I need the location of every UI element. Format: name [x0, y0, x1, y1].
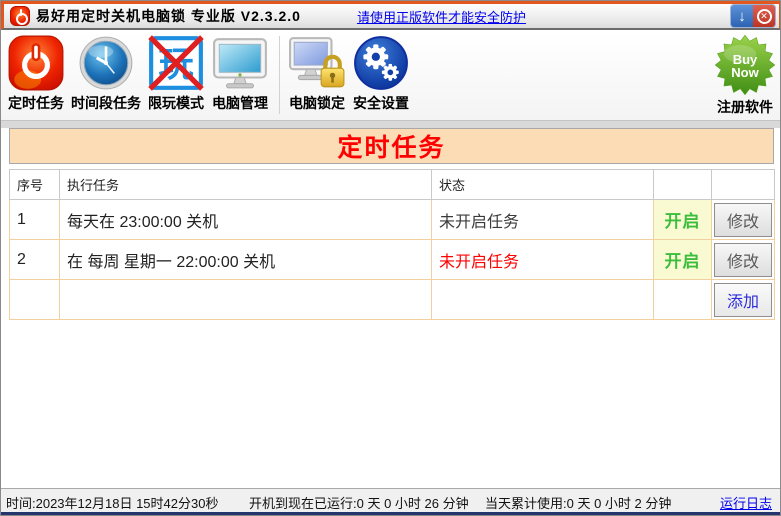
section-header-band: 定时任务 [9, 128, 774, 164]
toolbar-label: 时间段任务 [71, 95, 141, 111]
cell-no [9, 279, 60, 320]
toolbar-label: 电脑锁定 [289, 95, 345, 111]
task-table: 序号 执行任务 状态 1 每天在 23:00:00 关机 未开启任务 开启 修改… [9, 169, 775, 320]
toolbar-label: 安全设置 [353, 95, 409, 111]
no-play-icon: 玩 [148, 35, 204, 91]
enable-button[interactable]: 开启 [665, 212, 701, 231]
cell-status [431, 279, 654, 320]
toolbar-item-pc-lock[interactable]: 电脑锁定 [288, 34, 346, 113]
toolbar: 定时任务 时间段任务 玩 [1, 32, 780, 120]
window-title: 易好用定时关机电脑锁 专业版 V2.3.2.0 [36, 8, 301, 24]
badge-text-bottom: Now [731, 65, 759, 80]
register-label: 注册软件 [717, 99, 773, 115]
page-title: 定时任务 [337, 134, 446, 162]
app-power-icon [10, 6, 30, 26]
minimize-button[interactable]: ↓ [731, 5, 753, 27]
status-time: 时间:2023年12月18日 15时42分30秒 [6, 496, 219, 511]
cell-task: 每天在 23:00:00 关机 [59, 199, 432, 240]
status-text: 未开启任务 [439, 253, 520, 271]
toolbar-label: 定时任务 [8, 95, 64, 111]
modify-button[interactable]: 修改 [714, 242, 772, 277]
monitor-icon [213, 38, 267, 89]
cell-enable: 开启 [653, 199, 712, 240]
table-row-empty: 添加 [9, 279, 775, 320]
status-uptime: 开机到现在已运行:0 天 0 小时 26 分钟 [249, 496, 469, 511]
col-header-task: 执行任务 [59, 169, 432, 200]
window-controls: ↓ ✕ [731, 5, 775, 27]
genuine-software-link[interactable]: 请使用正版软件才能安全防护 [357, 7, 526, 26]
col-header-status: 状态 [431, 169, 654, 200]
cell-action: 修改 [711, 199, 775, 240]
toolbar-item-period-task[interactable]: 时间段任务 [71, 34, 141, 113]
status-usage: 当天累计使用:0 天 0 小时 2 分钟 [485, 496, 672, 511]
enable-button[interactable]: 开启 [665, 252, 701, 271]
buy-now-badge-icon: Buy Now [714, 34, 776, 96]
locked-computer-icon [289, 37, 345, 88]
toolbar-label: 电脑管理 [212, 95, 268, 111]
cell-task [59, 279, 432, 320]
toolbar-separator [279, 36, 280, 114]
toolbar-item-timer-task[interactable]: 定时任务 [7, 34, 65, 113]
col-header-action [711, 169, 775, 200]
toolbar-label: 限玩模式 [148, 95, 204, 111]
run-log-link[interactable]: 运行日志 [720, 493, 772, 512]
modify-button[interactable]: 修改 [714, 202, 772, 237]
toolbar-item-security-settings[interactable]: 安全设置 [352, 34, 410, 113]
cell-status: 未开启任务 [431, 199, 654, 240]
close-button[interactable]: ✕ [753, 5, 775, 27]
table-row: 1 每天在 23:00:00 关机 未开启任务 开启 修改 [9, 199, 775, 240]
cell-enable: 开启 [653, 239, 712, 280]
table-header-row: 序号 执行任务 状态 [9, 169, 775, 200]
cell-no: 1 [9, 199, 60, 240]
app-window: 易好用定时关机电脑锁 专业版 V2.3.2.0 请使用正版软件才能安全防护 ↓ … [0, 0, 781, 516]
power-icon [8, 35, 64, 91]
minimize-icon: ↓ [738, 7, 746, 25]
toolbar-bottom-edge [1, 120, 780, 128]
cell-no: 2 [9, 239, 60, 280]
status-bar: 时间:2023年12月18日 15时42分30秒 开机到现在已运行:0 天 0 … [1, 488, 780, 512]
cell-action: 添加 [711, 279, 775, 320]
col-header-no: 序号 [9, 169, 60, 200]
col-header-enable [653, 169, 712, 200]
register-software-button[interactable]: Buy Now 注册软件 [714, 34, 776, 117]
window-bottom-edge [1, 512, 780, 515]
title-bar: 易好用定时关机电脑锁 专业版 V2.3.2.0 请使用正版软件才能安全防护 ↓ … [1, 1, 780, 30]
status-text: 未开启任务 [439, 213, 520, 231]
cell-status: 未开启任务 [431, 239, 654, 280]
cell-enable [653, 279, 712, 320]
close-icon: ✕ [756, 8, 772, 24]
cell-action: 修改 [711, 239, 775, 280]
toolbar-item-pc-manage[interactable]: 电脑管理 [211, 34, 269, 113]
gears-icon [354, 36, 408, 90]
cell-task: 在 每周 星期一 22:00:00 关机 [59, 239, 432, 280]
table-row: 2 在 每周 星期一 22:00:00 关机 未开启任务 开启 修改 [9, 239, 775, 280]
clock-icon [79, 36, 133, 90]
toolbar-item-limit-play[interactable]: 玩 限玩模式 [147, 34, 205, 113]
add-task-button[interactable]: 添加 [714, 282, 772, 317]
